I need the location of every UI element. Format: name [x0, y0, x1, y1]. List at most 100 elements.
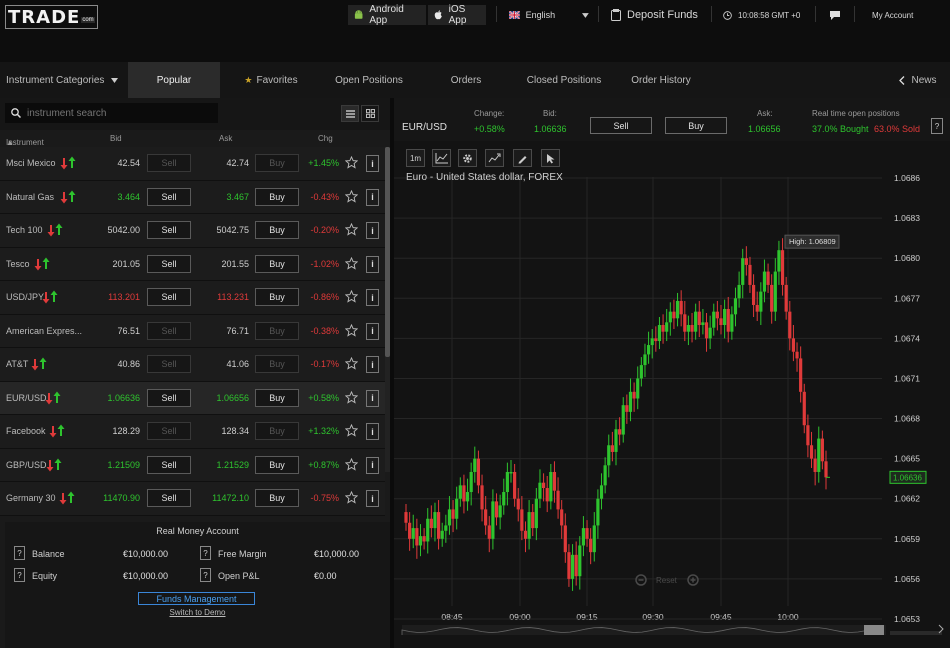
tab-popular[interactable]: Popular: [128, 62, 220, 98]
draw-button[interactable]: [513, 149, 532, 167]
funds-management-button[interactable]: Funds Management: [138, 592, 255, 605]
buy-button[interactable]: Buy: [255, 187, 299, 206]
quote-help-icon[interactable]: ?: [931, 118, 943, 134]
buy-button[interactable]: Buy: [255, 355, 299, 373]
favorite-star-icon[interactable]: [345, 189, 358, 203]
info-icon[interactable]: i: [366, 423, 379, 440]
sell-button[interactable]: Sell: [147, 154, 191, 172]
favorite-star-icon[interactable]: [345, 156, 358, 169]
sell-button[interactable]: Sell: [147, 422, 191, 440]
sell-button[interactable]: Sell: [147, 388, 191, 407]
android-app-button[interactable]: Android App: [348, 4, 426, 26]
favorite-star-icon[interactable]: [345, 323, 358, 337]
sell-button[interactable]: Sell: [147, 187, 191, 206]
navigator-handle[interactable]: [864, 625, 884, 635]
info-icon[interactable]: i: [366, 490, 379, 507]
buy-button[interactable]: Buy: [255, 254, 299, 273]
tab-closed-positions[interactable]: Closed Positions: [516, 62, 612, 98]
info-icon[interactable]: i: [366, 389, 379, 407]
switch-to-demo-label[interactable]: Switch to Demo: [169, 608, 225, 617]
balance-help-icon[interactable]: ?: [14, 546, 25, 560]
favorite-star-icon[interactable]: [345, 290, 358, 303]
reset-zoom-label[interactable]: Reset: [656, 576, 678, 585]
info-icon[interactable]: i: [366, 155, 379, 172]
buy-button[interactable]: Buy: [255, 455, 299, 474]
chart-sell-button[interactable]: Sell: [590, 117, 652, 134]
favorite-star-icon[interactable]: [345, 256, 358, 270]
buy-button[interactable]: Buy: [255, 422, 299, 440]
column-header-bid[interactable]: Bid: [110, 134, 122, 143]
info-icon[interactable]: i: [366, 222, 379, 239]
instrument-row[interactable]: Facebook 128.29 Sell 128.34 Buy +1.32% i: [0, 415, 385, 449]
buy-button[interactable]: Buy: [255, 288, 299, 306]
column-header-ask[interactable]: Ask: [219, 134, 232, 143]
instrument-row[interactable]: Germany 30 11470.90 Sell 11472.10 Buy -0.75% i: [0, 482, 385, 516]
info-icon[interactable]: i: [366, 356, 379, 373]
favorite-star-icon[interactable]: [345, 491, 358, 504]
favorite-star-icon[interactable]: [345, 357, 358, 370]
price-chart[interactable]: 08:45 09:00 09:15 09:30 09:45 10:00 1.0686 1.06…: [394, 141, 950, 648]
chart-type-button[interactable]: [432, 149, 451, 167]
buy-button[interactable]: Buy: [255, 221, 299, 239]
settings-button[interactable]: [458, 149, 477, 167]
tab-favorites[interactable]: ★ Favorites: [230, 62, 312, 98]
favorite-star-icon[interactable]: [345, 424, 358, 437]
sell-button[interactable]: Sell: [147, 355, 191, 373]
pnl-help-icon[interactable]: ?: [200, 568, 211, 582]
buy-button[interactable]: Buy: [255, 489, 299, 507]
chart-buy-button[interactable]: Buy: [665, 117, 727, 134]
search-box[interactable]: [5, 103, 218, 123]
instrument-row[interactable]: Tesco 201.05 Sell 201.55 Buy -1.02% i: [0, 247, 385, 281]
sell-button[interactable]: Sell: [147, 254, 191, 273]
search-input[interactable]: [27, 107, 207, 119]
instrument-row[interactable]: Natural Gas 3.464 Sell 3.467 Buy -0.43% i: [0, 180, 385, 214]
navigator-scrollbar[interactable]: [890, 631, 942, 635]
chat-icon[interactable]: [829, 10, 841, 21]
instrument-row[interactable]: USD/JPY 113.201 Sell 113.231 Buy -0.86% i: [0, 281, 385, 315]
sell-button[interactable]: Sell: [147, 321, 191, 340]
zoom-controls[interactable]: Reset: [635, 574, 699, 586]
grid-view-button[interactable]: [361, 105, 379, 122]
sell-button[interactable]: Sell: [147, 455, 191, 474]
info-icon[interactable]: i: [366, 188, 379, 206]
buy-button[interactable]: Buy: [255, 388, 299, 407]
trade-logo[interactable]: TRADE com: [5, 5, 98, 29]
pointer-button[interactable]: [541, 149, 560, 167]
favorite-star-icon[interactable]: [345, 390, 358, 404]
tab-orders[interactable]: Orders: [426, 62, 506, 98]
instrument-row[interactable]: Msci Mexico 42.54 Sell 42.74 Buy +1.45% i: [0, 147, 385, 181]
instrument-row[interactable]: American Expres... 76.51 Sell 76.71 Buy -0.38…: [0, 314, 385, 348]
candlestick-chart[interactable]: 08:45 09:00 09:15 09:30 09:45 10:00 1.0686 1.06…: [394, 141, 950, 648]
buy-button[interactable]: Buy: [255, 321, 299, 340]
instrument-row[interactable]: EUR/USD 1.06636 Sell 1.06656 Buy +0.58% i: [0, 381, 385, 415]
scrollbar[interactable]: [385, 147, 390, 472]
equity-help-icon[interactable]: ?: [14, 568, 25, 582]
favorite-star-icon[interactable]: [345, 223, 358, 236]
tab-order-history[interactable]: Order History: [622, 62, 700, 98]
my-account-button[interactable]: My Account: [872, 5, 913, 25]
info-icon[interactable]: i: [366, 456, 379, 474]
sell-button[interactable]: Sell: [147, 221, 191, 239]
column-header-chg[interactable]: Chg: [318, 134, 333, 143]
news-button[interactable]: News: [890, 62, 946, 98]
instrument-categories-dropdown[interactable]: Instrument Categories: [0, 62, 128, 98]
free-margin-help-icon[interactable]: ?: [200, 546, 211, 560]
sell-button[interactable]: Sell: [147, 288, 191, 306]
info-icon[interactable]: i: [366, 255, 379, 273]
instrument-row[interactable]: GBP/USD 1.21509 Sell 1.21529 Buy +0.87% i: [0, 448, 385, 482]
scrollbar-thumb[interactable]: [385, 147, 390, 357]
info-icon[interactable]: i: [366, 322, 379, 340]
deposit-funds-button[interactable]: Deposit Funds: [611, 5, 698, 25]
buy-button[interactable]: Buy: [255, 154, 299, 172]
instrument-row[interactable]: Tech 100 5042.00 Sell 5042.75 Buy -0.20% i: [0, 214, 385, 248]
timeframe-button[interactable]: 1m: [406, 149, 425, 167]
indicators-button[interactable]: [485, 149, 504, 167]
sell-button[interactable]: Sell: [147, 489, 191, 507]
ios-app-button[interactable]: iOS App: [428, 4, 486, 26]
info-icon[interactable]: i: [366, 289, 379, 306]
favorite-star-icon[interactable]: [345, 457, 358, 471]
list-view-button[interactable]: [341, 105, 359, 122]
instrument-row[interactable]: AT&T 40.86 Sell 41.06 Buy -0.17% i: [0, 348, 385, 382]
tab-open-positions[interactable]: Open Positions: [322, 62, 416, 98]
language-selector[interactable]: English: [509, 5, 589, 25]
